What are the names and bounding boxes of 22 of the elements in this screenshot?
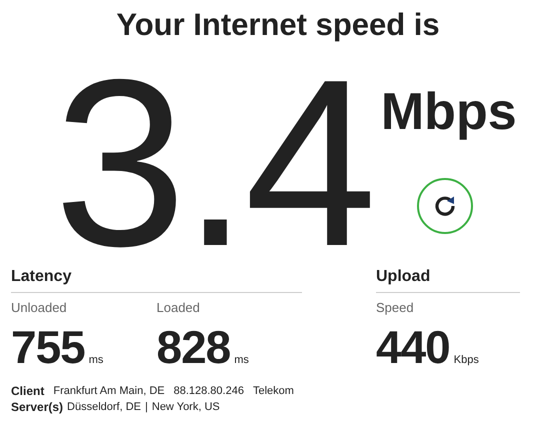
speed-unit: Mbps xyxy=(380,84,517,140)
section-heading: Upload xyxy=(376,268,520,293)
metric-unit: ms xyxy=(234,354,249,366)
separator: | xyxy=(145,400,148,415)
metric-unit: Kbps xyxy=(454,354,479,366)
client-label: Client xyxy=(11,383,44,399)
metric-value: 440 xyxy=(376,323,450,371)
metric-value: 828 xyxy=(156,323,230,371)
metric-label: Unloaded xyxy=(11,300,68,315)
speed-value: 3.4 xyxy=(54,64,373,264)
client-info: Telekom xyxy=(252,384,294,399)
client-info: 88.128.80.246 xyxy=(174,384,244,399)
metric-unit: ms xyxy=(88,354,104,366)
metric-value: 755 xyxy=(11,323,85,371)
server-location: Düsseldorf, DE xyxy=(67,400,142,415)
section-heading: Latency xyxy=(11,268,302,293)
client-info: Frankfurt Am Main, DE xyxy=(53,384,165,399)
metric-label: Speed xyxy=(376,300,415,315)
headline: Your Internet speed is xyxy=(115,6,441,44)
metric-label: Loaded xyxy=(156,300,201,315)
servers-label: Server(s) xyxy=(11,399,64,415)
server-location: New York, US xyxy=(152,400,220,415)
